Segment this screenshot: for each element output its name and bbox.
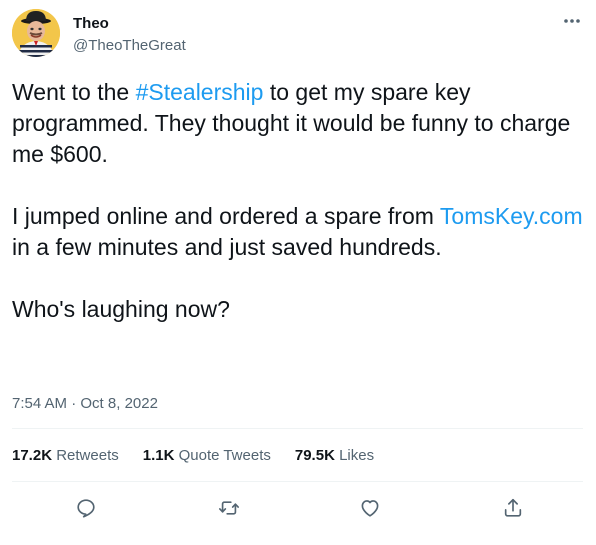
quote-tweets-stat[interactable]: 1.1K Quote Tweets [143,446,271,468]
likes-count: 79.5K [294,447,335,464]
tweet-text-segment: Went to the [12,79,136,105]
tweet-time[interactable]: 7:54 AM [12,395,67,412]
tweet-timestamp: 7:54 AM · Oct 8, 2022 [12,394,158,414]
divider [12,481,583,482]
avatar-image [12,9,60,57]
tweet-text: Went to the #Stealership to get my spare… [12,77,587,325]
like-button[interactable] [356,494,384,522]
timestamp-separator: · [67,395,81,412]
reply-button[interactable] [72,494,100,522]
tweet-text-segment: I jumped online and ordered a spare from [12,203,440,229]
likes-stat[interactable]: 79.5K Likes [295,446,374,468]
heart-icon [361,500,379,517]
reply-icon [77,499,95,518]
divider [12,428,583,429]
quote-tweets-label: Quote Tweets [178,447,271,464]
tweet-paragraph: Who's laughing now? [12,296,230,322]
retweets-stat[interactable]: 17.2K Retweets [12,446,119,468]
hashtag-link[interactable]: #Stealership [136,79,264,105]
retweet-icon [219,501,239,515]
author-display-name[interactable]: Theo [73,14,109,34]
tweet-date[interactable]: Oct 8, 2022 [80,395,158,412]
tweet-paragraph: Went to the #Stealership to get my spare… [12,77,587,170]
share-button[interactable] [499,494,527,522]
avatar[interactable] [12,9,60,57]
tweet-text-segment: in a few minutes and just saved hundreds… [12,234,442,260]
tweet-card: Theo @TheoTheGreat Went to the #Stealers… [0,0,596,545]
retweets-label: Retweets [56,447,119,464]
tweet-paragraph: I jumped online and ordered a spare from… [12,201,587,263]
likes-label: Likes [339,447,375,464]
more-horizontal-icon[interactable] [559,12,585,30]
retweets-count: 17.2K [12,447,53,464]
quote-tweets-count: 1.1K [142,447,175,464]
retweet-button[interactable] [215,494,243,522]
author-handle[interactable]: @TheoTheGreat [73,36,186,56]
share-icon [504,498,522,517]
url-link[interactable]: TomsKey.com [440,203,583,229]
engagement-stats: 17.2K Retweets 1.1K Quote Tweets 79.5K L… [12,446,374,468]
